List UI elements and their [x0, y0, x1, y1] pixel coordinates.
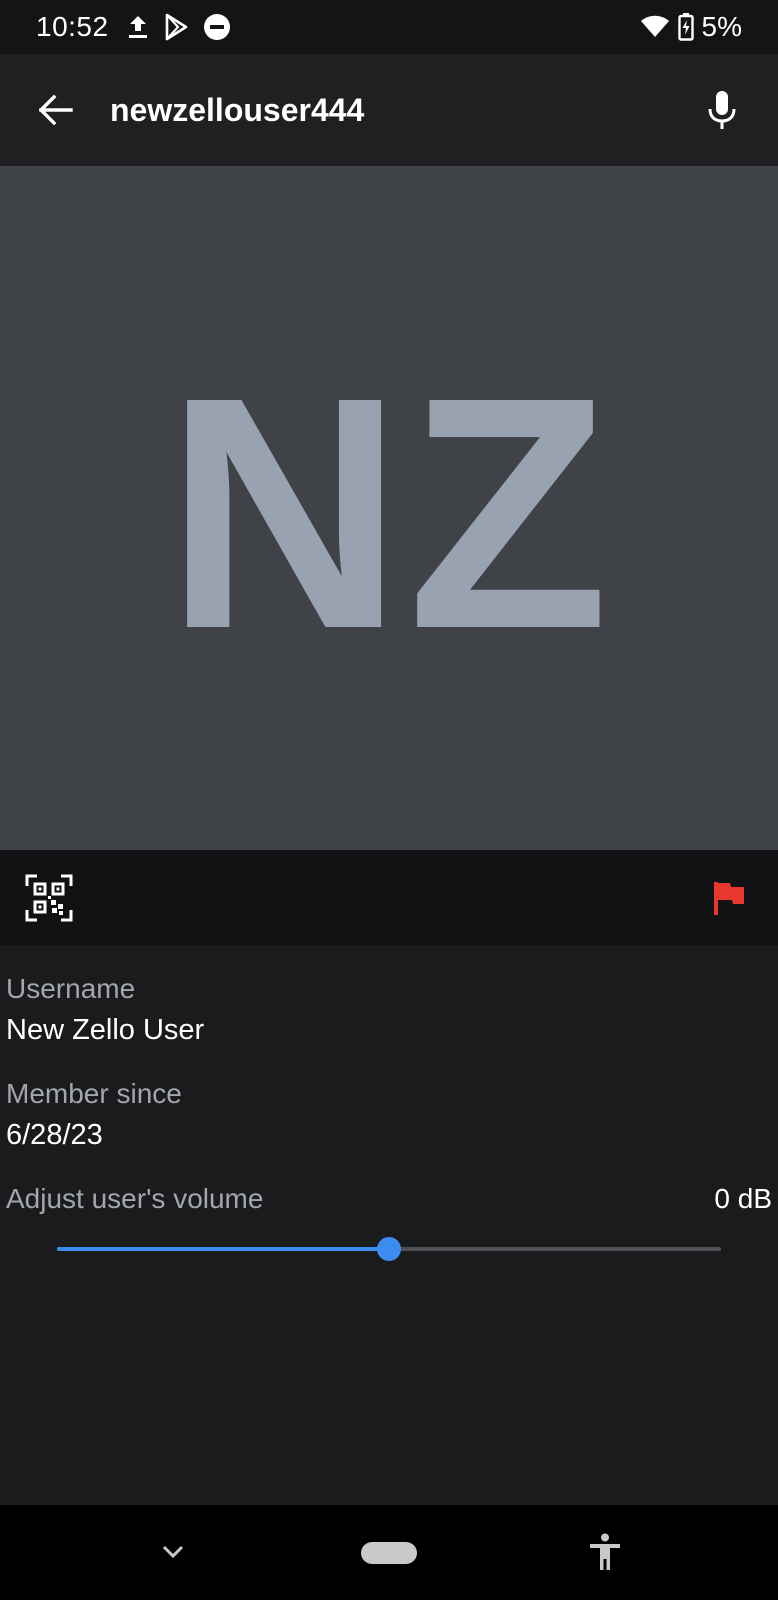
page-title: newzellouser444	[110, 91, 365, 128]
system-navigation-bar	[0, 1505, 778, 1600]
nav-hide-button[interactable]	[154, 1533, 192, 1571]
status-bar: 10:52 5%	[0, 0, 778, 54]
battery-charging-icon	[677, 13, 694, 41]
avatar-initials: NZ	[165, 328, 613, 697]
volume-slider[interactable]	[57, 1234, 721, 1264]
wifi-icon	[640, 15, 670, 39]
app-bar: newzellouser444	[0, 54, 778, 166]
microphone-icon	[707, 90, 737, 130]
push-to-talk-button[interactable]	[694, 82, 750, 138]
do-not-disturb-icon	[203, 13, 231, 41]
arrow-back-icon	[39, 95, 73, 125]
profile-avatar: NZ	[0, 166, 778, 850]
profile-action-bar	[0, 850, 778, 945]
flag-icon	[712, 880, 746, 916]
status-system-icons: 5%	[640, 11, 742, 43]
volume-value: 0 dB	[714, 1183, 772, 1214]
play-store-icon	[163, 13, 189, 41]
back-button[interactable]	[28, 82, 84, 138]
volume-label: Adjust user's volume	[6, 1183, 264, 1214]
qr-code-icon	[25, 874, 73, 922]
member-since-label: Member since	[6, 1078, 182, 1109]
battery-percentage: 5%	[701, 11, 742, 42]
chevron-down-icon	[161, 1544, 185, 1560]
volume-slider-thumb[interactable]	[377, 1237, 401, 1261]
status-time: 10:52	[36, 11, 109, 42]
nav-home-pill[interactable]	[361, 1542, 417, 1564]
accessibility-icon	[588, 1533, 622, 1571]
status-notification-icons	[127, 13, 231, 41]
volume-slider-fill	[57, 1247, 389, 1251]
upload-icon	[127, 14, 149, 40]
report-user-button[interactable]	[704, 873, 754, 923]
username-value: New Zello User	[6, 1014, 205, 1046]
username-label: Username	[6, 973, 136, 1004]
qr-code-button[interactable]	[24, 873, 74, 923]
accessibility-button[interactable]	[585, 1532, 625, 1572]
member-since-value: 6/28/23	[6, 1119, 103, 1151]
